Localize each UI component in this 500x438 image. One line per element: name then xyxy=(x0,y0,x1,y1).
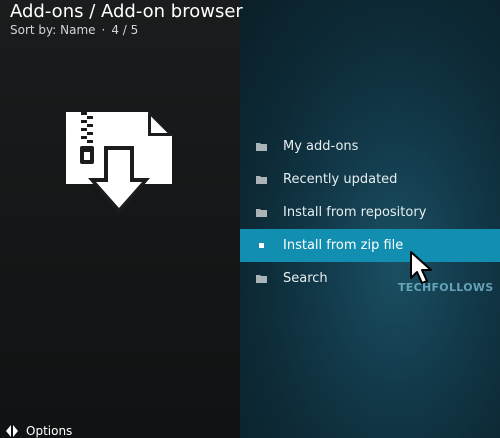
menu-item-label: Search xyxy=(283,271,328,286)
watermark: TECHFOLLOWS xyxy=(398,281,494,294)
folder-icon xyxy=(259,243,264,248)
folder-icon xyxy=(256,209,267,217)
menu-item-recently-updated[interactable]: Recently updated xyxy=(240,163,500,196)
menu-item-my-addons[interactable]: My add-ons xyxy=(240,130,500,163)
folder-icon xyxy=(256,275,267,283)
options-arrows-icon xyxy=(6,425,18,437)
menu-item-label: My add-ons xyxy=(283,139,359,154)
item-position: 4 / 5 xyxy=(111,23,139,37)
header: Add-ons / Add-on browser Sort by: Name · 4… xyxy=(10,1,243,38)
folder-icon xyxy=(256,143,267,151)
sort-label[interactable]: Sort by: Name xyxy=(10,23,96,37)
addon-browser-menu: My add-ons Recently updated Install from… xyxy=(240,130,500,295)
separator: · xyxy=(101,23,106,37)
folder-icon xyxy=(256,176,267,184)
menu-item-label: Recently updated xyxy=(283,172,398,187)
menu-item-label: Install from repository xyxy=(283,205,427,220)
sort-status: Sort by: Name · 4 / 5 xyxy=(10,23,243,37)
options-button[interactable]: Options xyxy=(6,424,72,438)
menu-item-label: Install from zip file xyxy=(283,238,404,253)
menu-item-install-from-repository[interactable]: Install from repository xyxy=(240,196,500,229)
menu-item-install-from-zip-file[interactable]: Install from zip file xyxy=(240,229,500,262)
options-label: Options xyxy=(26,424,73,438)
zip-file-download-icon xyxy=(66,111,173,214)
left-pane xyxy=(0,0,240,438)
page-title: Add-ons / Add-on browser xyxy=(10,1,243,22)
